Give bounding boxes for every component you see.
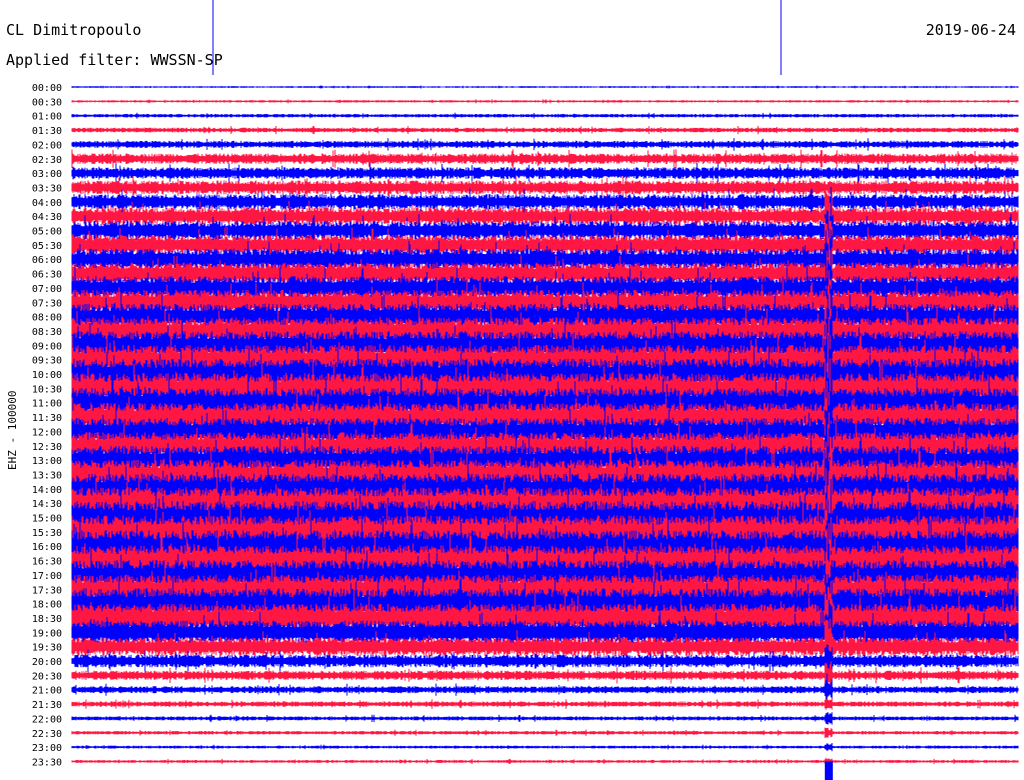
trace-row-0100 — [71, 112, 1019, 119]
time-label-1300: 13:00 — [32, 456, 62, 467]
time-label-0030: 00:30 — [32, 97, 62, 108]
time-label-1500: 15:00 — [32, 514, 62, 525]
time-label-0700: 07:00 — [32, 284, 62, 295]
trace-row-2230 — [71, 727, 1019, 738]
time-label-1630: 16:30 — [32, 557, 62, 568]
time-label-2030: 20:30 — [32, 671, 62, 682]
time-label-0500: 05:00 — [32, 227, 62, 238]
trace-row-0200 — [71, 138, 1019, 151]
trace-row-0300 — [71, 162, 1019, 184]
trace-group — [71, 85, 1019, 780]
time-label-1100: 11:00 — [32, 399, 62, 410]
time-label-group: 00:00 00:30 01:00 01:30 02:00 02:30 03:00 03:30… — [32, 83, 62, 768]
time-label-0600: 06:00 — [32, 255, 62, 266]
time-label-0000: 00:00 — [32, 83, 62, 94]
time-label-1200: 12:00 — [32, 427, 62, 438]
time-label-0930: 09:30 — [32, 356, 62, 367]
time-label-1400: 14:00 — [32, 485, 62, 496]
time-label-0300: 03:00 — [32, 169, 62, 180]
time-label-0100: 01:00 — [32, 112, 62, 123]
time-label-1030: 10:30 — [32, 384, 62, 395]
time-label-1930: 19:30 — [32, 643, 62, 654]
time-label-1000: 10:00 — [32, 370, 62, 381]
time-label-2330: 23:30 — [32, 757, 62, 768]
trace-row-2130 — [71, 698, 1019, 710]
time-label-0800: 08:00 — [32, 313, 62, 324]
trace-row-0000 — [71, 85, 1019, 89]
trace-row-2330 — [71, 757, 1019, 766]
time-label-0230: 02:30 — [32, 155, 62, 166]
event-column-marker — [824, 761, 833, 780]
time-label-2300: 23:00 — [32, 743, 62, 754]
time-label-0630: 06:30 — [32, 270, 62, 281]
time-label-0830: 08:30 — [32, 327, 62, 338]
time-label-0400: 04:00 — [32, 198, 62, 209]
helicorder-chart: 00:00 00:30 01:00 01:30 02:00 02:30 03:00 03:30… — [32, 0, 1019, 780]
time-label-1130: 11:30 — [32, 413, 62, 424]
time-label-2200: 22:00 — [32, 714, 62, 725]
time-label-2000: 20:00 — [32, 657, 62, 668]
time-label-0430: 04:30 — [32, 212, 62, 223]
time-label-1800: 18:00 — [32, 600, 62, 611]
trace-row-0230 — [71, 149, 1019, 169]
time-label-1530: 15:30 — [32, 528, 62, 539]
trace-row-2200 — [71, 712, 1019, 725]
time-label-1230: 12:30 — [32, 442, 62, 453]
time-label-0730: 07:30 — [32, 298, 62, 309]
time-label-1730: 17:30 — [32, 585, 62, 596]
time-label-1900: 19:00 — [32, 628, 62, 639]
time-label-0130: 01:30 — [32, 126, 62, 137]
time-label-0530: 05:30 — [32, 241, 62, 252]
trace-row-0130 — [71, 125, 1019, 135]
trace-row-2300 — [71, 743, 1019, 752]
time-label-2230: 22:30 — [32, 729, 62, 740]
time-label-1330: 13:30 — [32, 470, 62, 481]
time-label-2100: 21:00 — [32, 686, 62, 697]
time-label-0330: 03:30 — [32, 183, 62, 194]
time-label-0900: 09:00 — [32, 341, 62, 352]
trace-row-0030 — [71, 99, 1019, 104]
time-label-0200: 02:00 — [32, 140, 62, 151]
time-label-1430: 14:30 — [32, 499, 62, 510]
time-label-2130: 21:30 — [32, 700, 62, 711]
time-label-1700: 17:00 — [32, 571, 62, 582]
time-label-1830: 18:30 — [32, 614, 62, 625]
time-label-1600: 16:00 — [32, 542, 62, 553]
